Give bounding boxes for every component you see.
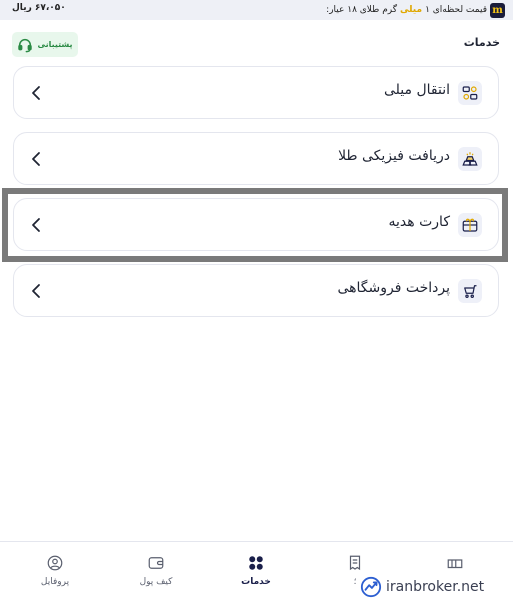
chevron-left-icon: [32, 86, 40, 100]
service-label: دریافت فیزیکی طلا: [338, 148, 450, 164]
price-value: ۶۷،۰۵۰ ریال: [12, 3, 66, 13]
watermark: iranbroker.net: [360, 576, 484, 598]
brand-name: میلی: [400, 5, 423, 15]
receipt-icon: [349, 555, 361, 571]
price-suffix: گرم طلای ۱۸ عیار:: [326, 5, 398, 15]
service-card-gift-card[interactable]: کارت هدیه: [13, 198, 499, 251]
chevron-left-icon: [32, 152, 40, 166]
page-title: خدمات: [463, 36, 500, 49]
nav-services[interactable]: خدمات: [221, 554, 291, 594]
support-button[interactable]: پشتیبانی: [12, 32, 78, 57]
chevron-left-icon: [32, 218, 40, 232]
support-label: پشتیبانی: [37, 40, 73, 49]
wallet-icon: [148, 557, 164, 569]
gift-card-icon: [458, 213, 482, 237]
watermark-text: iranbroker.net: [386, 579, 485, 595]
gold-bars-icon: [458, 147, 482, 171]
trend-logo-icon: [360, 576, 382, 598]
nav-profile-label: پروفایل: [40, 577, 70, 587]
nav-wallet-label: کیف پول: [139, 577, 173, 587]
nav-services-label: خدمات: [241, 577, 271, 587]
nav-wallet[interactable]: کیف پول: [121, 554, 191, 594]
nav-orders-label: ؛: [353, 577, 357, 587]
gold-bars-nav-icon: [447, 559, 463, 569]
transfer-icon: [458, 81, 482, 105]
price-ticker: m قیمت لحظه‌ای ۱ میلی گرم طلای ۱۸ عیار:: [326, 2, 505, 18]
service-label: پرداخت فروشگاهی: [337, 280, 450, 296]
price-prefix: قیمت لحظه‌ای ۱: [425, 5, 487, 15]
shopping-cart-icon: [458, 279, 482, 303]
nav-profile[interactable]: پروفایل: [20, 554, 90, 594]
service-label: انتقال میلی: [383, 82, 450, 98]
page-header: خدمات پشتیبانی: [0, 28, 513, 60]
headset-icon: [18, 38, 33, 52]
user-icon: [47, 555, 63, 571]
service-card-physical-gold[interactable]: دریافت فیزیکی طلا: [13, 132, 499, 185]
chevron-left-icon: [32, 284, 40, 298]
service-card-store-payment[interactable]: پرداخت فروشگاهی: [13, 264, 499, 317]
price-ticker-bar: m قیمت لحظه‌ای ۱ میلی گرم طلای ۱۸ عیار: …: [0, 0, 513, 20]
service-card-transfer[interactable]: انتقال میلی: [13, 66, 499, 119]
service-label: کارت هدیه: [388, 214, 450, 230]
mili-logo-icon: m: [490, 2, 505, 18]
grid-dots-icon: [249, 556, 263, 570]
